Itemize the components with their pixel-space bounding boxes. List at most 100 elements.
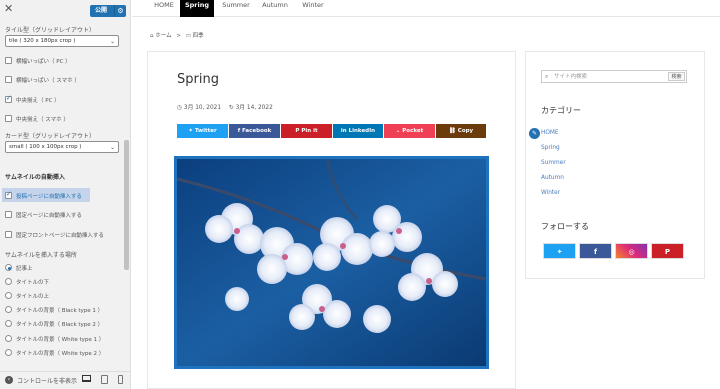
tile-option-checkbox[interactable] — [5, 94, 12, 103]
publish-button[interactable]: 公開 ⚙ — [90, 5, 126, 17]
published-date: 3月 10, 2021 — [183, 105, 222, 111]
card-type-select[interactable]: small ( 100 x 100px crop ) ⌄ — [5, 141, 119, 153]
share-linkedin-button[interactable]: in LinkedIn — [333, 124, 383, 138]
auto-insert-checkbox[interactable] — [5, 190, 12, 199]
site-navigation: HOME Spring Summer Autumn Winter — [132, 0, 720, 17]
position-radio[interactable] — [5, 292, 12, 299]
tile-option-label: 横幅いっぱい（ スマホ ） — [16, 78, 80, 84]
link-icon: ⛓ — [448, 128, 458, 134]
position-option-label: タイトルの背景（ White type 1 ） — [16, 337, 105, 343]
follow-twitter-button[interactable]: ✦ — [543, 243, 576, 259]
chevron-down-icon: ⌄ — [109, 38, 115, 45]
share-facebook-button[interactable]: f Facebook — [229, 124, 280, 138]
tile-type-select[interactable]: tile ( 320 x 180px crop ) ⌄ — [5, 35, 119, 47]
nav-item-summer[interactable]: Summer — [218, 0, 254, 17]
share-copy-button[interactable]: ⛓ Copy — [436, 124, 486, 138]
position-label: サムネイルを挿入する場所 — [5, 252, 77, 259]
auto-insert-label: 固定ページに自動挿入する — [16, 213, 82, 219]
position-option-label: タイトルの上 — [16, 294, 50, 300]
tile-option-checkbox[interactable] — [5, 76, 12, 83]
refresh-icon: ↻ — [228, 105, 234, 111]
position-radio[interactable] — [5, 320, 12, 327]
position-radio[interactable] — [5, 278, 12, 285]
edit-shortcut-icon[interactable]: ✎ — [529, 128, 540, 139]
breadcrumb: ⌂ ホーム > ▭ 四季 — [150, 31, 204, 39]
position-option-label: タイトルの下 — [16, 280, 50, 286]
tablet-preview-icon[interactable] — [101, 375, 108, 384]
customizer-footer: ‹ コントロールを非表示 — [0, 371, 130, 389]
share-pocket-button[interactable]: ⌄ Pocket — [384, 124, 435, 138]
tile-option-label: 中央揃え（ PC ） — [16, 98, 60, 104]
position-radio[interactable] — [5, 264, 12, 271]
panel-scrollbar[interactable] — [124, 140, 129, 270]
instagram-icon: ◎ — [628, 248, 635, 256]
share-label: Facebook — [242, 128, 272, 134]
nav-item-spring[interactable]: Spring — [180, 0, 214, 17]
follow-heading: フォローする — [541, 222, 589, 231]
close-icon[interactable]: ✕ — [4, 3, 16, 15]
position-option-label: タイトルの背景（ White type 2 ） — [16, 351, 105, 357]
nav-item-home[interactable]: HOME — [150, 0, 178, 17]
customizer-panel: ✕ 公開 ⚙ タイル型（グリッドレイアウト） tile ( 320 x 180px… — [0, 0, 131, 389]
publish-label: 公開 — [95, 7, 108, 14]
card-type-label: カード型（グリッドレイアウト） — [5, 133, 96, 140]
gear-icon[interactable]: ⚙ — [114, 5, 126, 17]
folder-icon: ▭ — [185, 33, 191, 39]
chevron-down-icon: ⌄ — [109, 144, 115, 151]
category-link[interactable]: Winter — [541, 190, 560, 196]
category-link[interactable]: HOME — [541, 130, 559, 136]
category-link[interactable]: Summer — [541, 160, 566, 166]
position-radio[interactable] — [5, 306, 12, 313]
share-twitter-button[interactable]: ✦ Twitter — [177, 124, 228, 138]
share-label: Pin it — [301, 128, 318, 134]
nav-item-winter[interactable]: Winter — [298, 0, 328, 17]
share-label: LinkedIn — [348, 128, 376, 134]
position-option-label: 記事上 — [16, 266, 33, 272]
category-link[interactable]: Autumn — [541, 175, 564, 181]
breadcrumb-separator: > — [176, 33, 181, 39]
tile-type-value: tile ( 320 x 180px crop ) — [9, 38, 76, 44]
follow-instagram-button[interactable]: ◎ — [615, 243, 648, 259]
linkedin-icon: in — [340, 128, 349, 134]
auto-insert-checkbox[interactable] — [5, 211, 12, 218]
tile-option-label: 横幅いっぱい（ PC ） — [16, 59, 71, 65]
mobile-preview-icon[interactable] — [118, 375, 123, 384]
breadcrumb-category[interactable]: 四季 — [193, 33, 204, 39]
collapse-icon[interactable]: ‹ — [5, 376, 13, 384]
position-option-label: タイトルの背景（ Black type 1 ） — [16, 308, 104, 314]
tile-type-label: タイル型（グリッドレイアウト） — [5, 27, 96, 34]
position-radio[interactable] — [5, 349, 12, 356]
hide-controls-label[interactable]: コントロールを非表示 — [17, 376, 77, 385]
home-icon: ⌂ — [150, 33, 154, 39]
post-title: Spring — [177, 72, 219, 87]
customizer-header: ✕ 公開 ⚙ — [0, 0, 130, 19]
search-input[interactable]: ⌕ サイト内検索 検索 — [541, 70, 687, 83]
share-pinterest-button[interactable]: P Pin it — [281, 124, 332, 138]
cherry-blossom-photo — [177, 159, 486, 366]
position-option-label: タイトルの背景（ Black type 2 ） — [16, 322, 104, 328]
updated-date: 3月 14, 2022 — [235, 105, 273, 111]
follow-facebook-button[interactable]: f — [579, 243, 612, 259]
search-button[interactable]: 検索 — [668, 72, 685, 81]
nav-item-autumn[interactable]: Autumn — [259, 0, 291, 17]
desktop-preview-icon[interactable] — [82, 375, 91, 382]
breadcrumb-home[interactable]: ホーム — [155, 33, 171, 39]
share-label: Pocket — [402, 128, 424, 134]
pinterest-icon: P — [664, 248, 671, 256]
auto-insert-label: 投稿ページに自動挿入する — [16, 194, 82, 200]
search-icon: ⌕ — [545, 73, 549, 80]
clock-icon: ◷ — [177, 105, 183, 111]
tile-option-checkbox[interactable] — [5, 115, 12, 122]
card-type-value: small ( 100 x 100px crop ) — [9, 144, 82, 150]
category-link[interactable]: Spring — [541, 145, 560, 151]
tile-option-checkbox[interactable] — [5, 57, 12, 64]
auto-insert-checkbox[interactable] — [5, 231, 12, 238]
auto-insert-label: 固定フロントページに自動挿入する — [16, 233, 104, 239]
follow-pinterest-button[interactable]: P — [651, 243, 684, 259]
category-heading: カテゴリー — [541, 106, 581, 115]
facebook-icon: f — [593, 248, 598, 256]
twitter-icon: ✦ — [556, 248, 563, 256]
search-placeholder: サイト内検索 — [554, 74, 588, 80]
share-label: Copy — [457, 128, 474, 134]
position-radio[interactable] — [5, 335, 12, 342]
